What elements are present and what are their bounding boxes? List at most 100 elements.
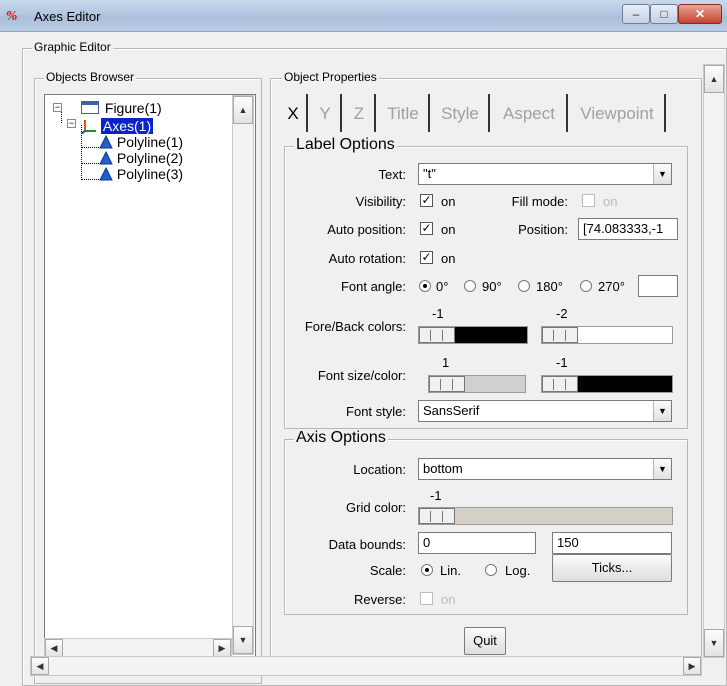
tree-vertical-scrollbar[interactable]: ▲ ▼ (232, 95, 254, 655)
maximize-button[interactable]: □ (650, 4, 678, 24)
fore-color-slider[interactable] (418, 326, 528, 344)
location-label: Location: (353, 462, 406, 477)
fill-mode-label: Fill mode: (511, 194, 568, 209)
scale-lin-radio[interactable] (421, 564, 433, 576)
font-angle-label: Font angle: (340, 279, 406, 294)
tab-style[interactable]: Style (432, 94, 490, 132)
object-properties-title: Object Properties (282, 70, 379, 84)
scroll-down-arrow-icon[interactable]: ▼ (704, 629, 724, 657)
tab-viewpoint[interactable]: Viewpoint (570, 94, 666, 132)
data-bounds-label: Data bounds: (328, 537, 406, 552)
polyline-icon (99, 150, 113, 165)
fore-color-value: -1 (432, 306, 444, 321)
tree-item-figure[interactable]: Figure(1) (81, 101, 162, 116)
position-label: Position: (518, 222, 568, 237)
font-size-slider-thumb[interactable] (429, 376, 465, 392)
tree-item-label: Axes(1) (100, 118, 154, 134)
location-combo[interactable]: bottom ▼ (418, 458, 672, 480)
tree-item-polyline-3[interactable]: Polyline(3) (99, 167, 183, 182)
scroll-left-arrow-icon[interactable]: ◀ (45, 639, 63, 657)
font-style-label: Font style: (346, 404, 406, 419)
tab-x[interactable]: X (280, 94, 308, 132)
reverse-checkbox[interactable] (420, 592, 433, 605)
tree-item-label: Polyline(2) (116, 150, 184, 166)
close-button[interactable]: ✕ (678, 4, 722, 24)
font-color-value: -1 (556, 355, 568, 370)
scroll-up-arrow-icon[interactable]: ▲ (233, 96, 253, 124)
position-field[interactable]: [74.083333,-1 (578, 218, 678, 240)
reverse-on-label: on (441, 592, 456, 607)
grid-color-slider[interactable] (418, 507, 673, 525)
grid-color-label: Grid color: (346, 500, 406, 515)
axes-icon (80, 120, 96, 135)
tree-item-label: Polyline(3) (116, 166, 184, 182)
font-angle-0-radio[interactable] (419, 280, 431, 292)
text-combo-value: "t" (423, 166, 436, 181)
scroll-up-arrow-icon[interactable]: ▲ (704, 65, 724, 93)
auto-position-checkbox[interactable]: ✓ (420, 222, 433, 235)
back-color-slider[interactable] (541, 326, 673, 344)
scroll-right-arrow-icon[interactable]: ▶ (683, 657, 701, 675)
tree-item-polyline-2[interactable]: Polyline(2) (99, 151, 183, 166)
tab-title[interactable]: Title (378, 94, 430, 132)
auto-position-on-label: on (441, 222, 456, 237)
fill-mode-on-label: on (603, 194, 618, 209)
font-angle-90-radio[interactable] (464, 280, 476, 292)
text-combo[interactable]: "t" ▼ (418, 163, 672, 185)
font-color-slider[interactable] (541, 375, 673, 393)
chevron-down-icon[interactable]: ▼ (653, 164, 671, 184)
font-angle-custom-field[interactable] (638, 275, 678, 297)
expand-toggle-icon[interactable]: − (53, 103, 62, 112)
expand-toggle-icon[interactable]: − (67, 119, 76, 128)
tab-y[interactable]: Y (310, 94, 342, 132)
scale-log-radio[interactable] (485, 564, 497, 576)
font-style-combo[interactable]: SansSerif ▼ (418, 400, 672, 422)
fore-color-slider-thumb[interactable] (419, 327, 455, 343)
font-angle-270-radio[interactable] (580, 280, 592, 292)
scale-label: Scale: (369, 563, 406, 578)
data-bounds-min-field[interactable]: 0 (418, 532, 536, 554)
editor-horizontal-scrollbar[interactable]: ◀ ▶ (30, 656, 702, 676)
minimize-button[interactable]: – (622, 4, 650, 24)
auto-rotation-on-label: on (441, 251, 456, 266)
auto-rotation-checkbox[interactable]: ✓ (420, 251, 433, 264)
window-title: Axes Editor (34, 9, 101, 24)
font-size-color-label: Font size/color: (317, 368, 406, 383)
font-size-slider[interactable] (428, 375, 526, 393)
tree-item-axes[interactable]: Axes(1) (80, 118, 154, 135)
tree-item-polyline-1[interactable]: Polyline(1) (99, 135, 183, 150)
polyline-icon (99, 166, 113, 181)
grid-color-value: -1 (430, 488, 442, 503)
font-color-slider-thumb[interactable] (542, 376, 578, 392)
scroll-down-arrow-icon[interactable]: ▼ (233, 626, 253, 654)
visibility-label: Visibility: (355, 194, 406, 209)
font-size-value: 1 (442, 355, 450, 370)
back-color-value: -2 (556, 306, 568, 321)
quit-button[interactable]: Quit (464, 627, 506, 655)
tab-z[interactable]: Z (344, 94, 376, 132)
scroll-left-arrow-icon[interactable]: ◀ (31, 657, 49, 675)
grid-color-slider-thumb[interactable] (419, 508, 455, 524)
axis-options-title: Axis Options (294, 429, 388, 447)
tree-item-label: Figure(1) (104, 100, 162, 116)
chevron-down-icon[interactable]: ▼ (653, 459, 671, 479)
polyline-icon (99, 134, 113, 149)
data-bounds-max-field[interactable]: 150 (552, 532, 672, 554)
visibility-on-label: on (441, 194, 456, 209)
scroll-right-arrow-icon[interactable]: ▶ (213, 639, 231, 657)
tree-horizontal-scrollbar[interactable]: ◀ ▶ (44, 638, 232, 658)
properties-vertical-scrollbar[interactable]: ▲ ▼ (703, 64, 725, 658)
back-color-slider-thumb[interactable] (542, 327, 578, 343)
ticks-button[interactable]: Ticks... (552, 554, 672, 582)
scilab-logo-icon: % (6, 9, 18, 23)
font-angle-0-label: 0° (436, 279, 449, 294)
objects-tree[interactable]: − − Figure(1) Axes(1) Polyline(1) Polyli… (44, 94, 256, 672)
fill-mode-checkbox[interactable] (582, 194, 595, 207)
text-label: Text: (378, 167, 406, 182)
tab-aspect[interactable]: Aspect (492, 94, 568, 132)
font-angle-180-radio[interactable] (518, 280, 530, 292)
chevron-down-icon[interactable]: ▼ (653, 401, 671, 421)
visibility-checkbox[interactable]: ✓ (420, 194, 433, 207)
font-angle-90-label: 90° (482, 279, 502, 294)
font-angle-270-label: 270° (598, 279, 625, 294)
